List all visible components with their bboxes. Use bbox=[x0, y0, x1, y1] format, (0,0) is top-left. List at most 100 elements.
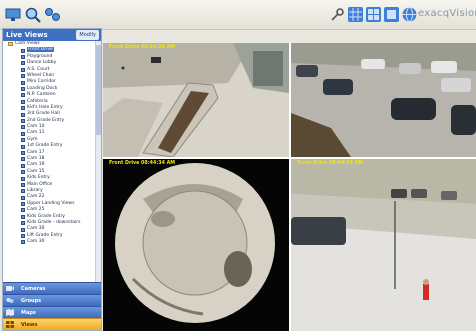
tree-item-label: A.S. Court bbox=[27, 66, 50, 72]
tree-item-label: Cam 22 bbox=[27, 194, 45, 200]
camera-link-icon[interactable] bbox=[44, 6, 62, 24]
video-grid: Front Drive 08:44:34 AM Front Drive 08:4… bbox=[103, 43, 476, 331]
camera-icon bbox=[21, 112, 25, 117]
logo: exacqVision bbox=[418, 8, 476, 19]
camera-icon bbox=[6, 286, 14, 291]
camera-icon bbox=[21, 131, 25, 136]
camera-icon bbox=[21, 150, 25, 155]
tree-item-label: Upper Landing Views bbox=[27, 200, 75, 206]
camera-icon bbox=[21, 87, 25, 92]
sidebar-title: Live Views bbox=[6, 31, 48, 39]
tree-item-label: Cam 30 bbox=[27, 239, 45, 245]
tree-item-label: Library bbox=[27, 187, 43, 193]
camera-icon bbox=[21, 195, 25, 200]
camera-icon bbox=[21, 48, 25, 53]
tree-item[interactable]: Cam 30 bbox=[3, 239, 101, 245]
camera-icon bbox=[21, 118, 25, 123]
multi-view-icon[interactable] bbox=[366, 7, 381, 22]
tree-item-label: 1st Grade Entry bbox=[27, 143, 63, 149]
tree-item-label: Kids Entry bbox=[27, 175, 50, 181]
camera-icon bbox=[21, 240, 25, 245]
tree-item-label: Wheel Chair bbox=[27, 72, 55, 78]
map-icon bbox=[6, 309, 14, 316]
tile-timestamp: Front Drive 08:44:34 AM bbox=[297, 161, 364, 166]
camera-icon bbox=[21, 221, 25, 226]
camera-icon bbox=[21, 214, 25, 219]
tree-item-label: Playground bbox=[27, 53, 53, 59]
camera-icon bbox=[21, 99, 25, 104]
tree-root-label: Cam Views bbox=[15, 41, 40, 46]
tree-item-label: Cam 19 bbox=[27, 162, 45, 168]
camera-icon bbox=[21, 106, 25, 111]
tile-fisheye[interactable]: Front Drive 08:44:34 AM bbox=[103, 159, 289, 331]
folder-icon bbox=[8, 42, 13, 47]
sidebar: Live Views Modify Cam Views Front Drive P… bbox=[2, 28, 102, 331]
nav-groups[interactable]: Groups bbox=[3, 294, 101, 306]
tree-item-label: Cam 15 bbox=[27, 168, 45, 174]
tree-item-label: Loading Dock bbox=[27, 85, 58, 91]
camera-icon bbox=[21, 74, 25, 79]
camera-icon bbox=[21, 61, 25, 66]
camera-icon bbox=[21, 93, 25, 98]
tree-item-label: Kids Grade - downstairs bbox=[27, 219, 81, 225]
magnifier-icon[interactable] bbox=[24, 6, 42, 24]
tree-item-label: Mini Corridor bbox=[27, 79, 56, 85]
plaza-video-frame bbox=[103, 43, 289, 157]
live-views-header: Live Views Modify bbox=[3, 29, 101, 41]
camera-icon bbox=[21, 227, 25, 232]
tree-item-label: 2nd Grade Entry bbox=[27, 117, 65, 123]
nav-views[interactable]: Views bbox=[3, 318, 101, 330]
camera-icon bbox=[21, 182, 25, 187]
tree-item-label: Cam 18 bbox=[27, 156, 45, 162]
view-tree[interactable]: Cam Views Front Drive Playground Dance Lob… bbox=[3, 41, 101, 299]
fisheye-video-frame bbox=[103, 159, 289, 331]
tile-parking[interactable] bbox=[291, 43, 476, 157]
tree-item-label: Cam 10 bbox=[27, 124, 45, 130]
camera-icon bbox=[21, 80, 25, 85]
tree-item-label: Lift Grade Entry bbox=[27, 232, 63, 238]
camera-icon bbox=[21, 55, 25, 60]
camera-icon bbox=[21, 163, 25, 168]
parking-video-frame bbox=[291, 43, 476, 157]
tree-item-label: N.P. Canteen bbox=[27, 92, 56, 98]
modify-button[interactable]: Modify bbox=[76, 30, 99, 40]
camera-icon bbox=[21, 125, 25, 130]
globe-icon[interactable] bbox=[402, 7, 417, 22]
tree-item-label: Front Drive bbox=[27, 47, 54, 53]
camera-icon bbox=[21, 189, 25, 194]
tile-plaza[interactable]: Front Drive 08:44:34 AM bbox=[103, 43, 289, 157]
single-view-icon[interactable] bbox=[384, 7, 399, 22]
groups-icon bbox=[6, 298, 14, 303]
tree-item-label: Cam 25 bbox=[27, 207, 45, 213]
tree-item-label: Cam 30 bbox=[27, 226, 45, 232]
camera-icon bbox=[21, 138, 25, 143]
layout-grid-icon[interactable] bbox=[348, 7, 363, 22]
monitor-icon[interactable] bbox=[4, 6, 22, 24]
tree-item-label: Dance Lobby bbox=[27, 60, 57, 66]
key-icon[interactable] bbox=[330, 7, 345, 22]
tree-item-label: 3rd Grade Hall bbox=[27, 111, 60, 117]
tree-item-label: Gym bbox=[27, 136, 38, 142]
nav-cameras[interactable]: Cameras bbox=[3, 282, 101, 294]
nav-maps[interactable]: Maps bbox=[3, 306, 101, 318]
toolbar: exacqVision bbox=[0, 0, 476, 30]
camera-icon bbox=[21, 202, 25, 207]
tree-item-label: Kids Grade Entry bbox=[27, 213, 65, 219]
views-icon bbox=[6, 321, 14, 328]
tree-scroll-thumb[interactable] bbox=[96, 45, 101, 135]
camera-icon bbox=[21, 234, 25, 239]
tile-street[interactable]: Front Drive 08:44:34 AM bbox=[291, 159, 476, 331]
tree-item-label: Cam 11 bbox=[27, 130, 45, 136]
camera-icon bbox=[21, 170, 25, 175]
nav-views-label: Views bbox=[21, 322, 38, 328]
camera-icon bbox=[21, 176, 25, 181]
tree-item-label: Cam 17 bbox=[27, 149, 45, 155]
camera-icon bbox=[21, 157, 25, 162]
tile-timestamp: Front Drive 08:44:34 AM bbox=[109, 161, 176, 166]
tree-item-label: Main Office bbox=[27, 181, 53, 187]
tree-item-label: Cafeteria bbox=[27, 98, 48, 104]
street-video-frame bbox=[291, 159, 476, 331]
tree-item-label: Kid's Hole Entry bbox=[27, 104, 63, 110]
camera-icon bbox=[21, 144, 25, 149]
camera-icon bbox=[21, 67, 25, 72]
